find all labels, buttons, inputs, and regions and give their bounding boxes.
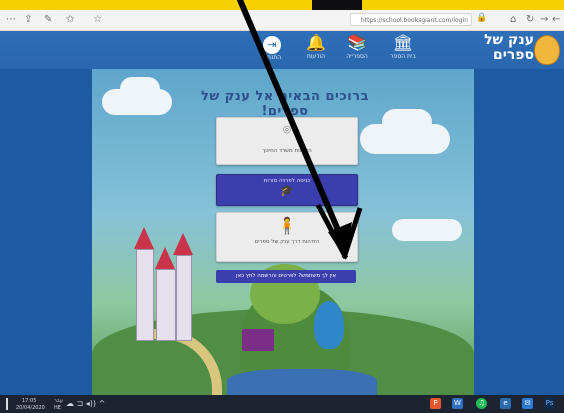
troll-legs: [227, 369, 377, 395]
character-icon: 🧍: [277, 216, 297, 235]
ministry-login-button[interactable]: ⌾ הזדהות משרד החינוך: [216, 117, 358, 165]
pen-icon[interactable]: ✎: [44, 13, 52, 27]
lock-icon: 🔒: [476, 13, 488, 23]
forward-icon[interactable]: →: [540, 13, 548, 27]
nav-label: בית הספר: [390, 53, 416, 60]
tray-icons[interactable]: ☁ ⊐ ◂)) ^: [66, 399, 105, 408]
site-logo[interactable]: ענק של ספרים: [478, 33, 560, 67]
bell-icon: 🔔: [306, 33, 326, 52]
nav-messages[interactable]: 🔔 הודעות: [299, 33, 333, 61]
booksgiant-login-label: הזדהות דרך ענק של ספרים: [254, 239, 320, 245]
left-background: [0, 69, 92, 395]
books-icon: 📚: [347, 33, 367, 52]
graduation-cap-icon: 🎓: [280, 184, 294, 197]
clock-time[interactable]: 17:05: [22, 398, 36, 404]
edge-app-icon[interactable]: e: [500, 398, 511, 409]
login-panel: ברוכים הבאים אל ענק של ספרים! ⌾ הזדהות מ…: [92, 69, 474, 395]
browser-toolbar: ⋯ ⇪ ✎ ✩ ☆ https://school.booksgiant.com/…: [0, 10, 564, 31]
castle-illustration: [132, 219, 193, 349]
parrot-illustration: [314, 301, 344, 349]
nav-label: הודעות: [306, 53, 326, 60]
share-icon[interactable]: ⇪: [24, 13, 32, 27]
ministry-login-label: הזדהות משרד החינוך: [262, 148, 312, 154]
school-icon: 🏛: [392, 33, 414, 52]
mail-app-icon[interactable]: ✉: [522, 398, 533, 409]
address-bar[interactable]: https://school.booksgiant.com/login: [350, 13, 472, 26]
logo-text: ענק של ספרים: [484, 32, 534, 63]
office-app-icon[interactable]: P: [430, 398, 441, 409]
cloud: [120, 77, 160, 101]
refresh-icon[interactable]: ↻: [526, 13, 534, 27]
logo-character-icon: [534, 35, 560, 65]
home-icon[interactable]: ⌂: [510, 13, 516, 27]
right-background: [474, 69, 564, 395]
photoshop-app-icon[interactable]: Ps: [544, 398, 555, 409]
spotify-app-icon[interactable]: ♫: [476, 398, 487, 409]
cloud: [392, 219, 462, 241]
teacher-login-button[interactable]: כניסה לפרויה מורות 🎓: [216, 174, 358, 206]
top-banner: [0, 0, 564, 10]
nav-library[interactable]: 📚 הספרייה: [340, 33, 374, 61]
booksgiant-login-button[interactable]: 🧍 הזדהות דרך ענק של ספרים: [216, 212, 358, 262]
nav-school[interactable]: 🏛 בית הספר: [386, 33, 420, 61]
nav-label: התנתק: [262, 54, 282, 61]
back-icon[interactable]: ←: [552, 13, 560, 27]
clock-date[interactable]: 20/04/2020: [16, 405, 45, 411]
language-code[interactable]: HE: [54, 405, 61, 411]
favorite-star-icon[interactable]: ☆: [93, 13, 102, 27]
word-app-icon[interactable]: W: [452, 398, 463, 409]
logout-icon: ⇥: [263, 36, 281, 54]
favorites-icon[interactable]: ✩: [66, 13, 74, 27]
nav-logout[interactable]: ⇥ התנתק: [255, 33, 289, 62]
register-link[interactable]: אין לך משתמש? לפרטים והרשמה לחץ כאן: [216, 270, 356, 283]
welcome-heading: ברוכים הבאים אל ענק של ספרים!: [201, 89, 369, 119]
more-icon[interactable]: ⋯: [6, 13, 16, 27]
book-illustration: [242, 329, 274, 351]
site-header: ⇥ התנתק 🔔 הודעות 📚 הספרייה 🏛 בית הספר ענ…: [0, 31, 564, 69]
windows-taskbar: 17:05 20/04/2020 עבר HE ☁ ⊐ ◂)) ^ P W ♫ …: [0, 395, 564, 413]
language-indicator[interactable]: עבר: [54, 398, 63, 404]
nav-label: הספרייה: [346, 53, 368, 60]
ministry-icon: ⌾: [283, 123, 291, 138]
